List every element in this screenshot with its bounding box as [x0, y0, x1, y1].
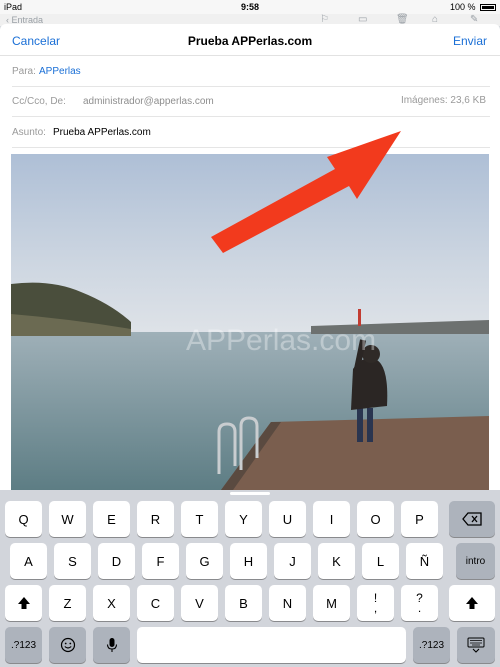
key-comma: ,	[373, 601, 378, 615]
key-b[interactable]: B	[225, 585, 262, 621]
emoji-icon	[60, 637, 75, 653]
keyboard: Q W E R T Y U I O P A S D F G H J K L Ñ …	[0, 490, 500, 667]
battery-icon	[480, 4, 496, 12]
to-field[interactable]: Para: APPerlas	[12, 56, 490, 87]
key-i[interactable]: I	[313, 501, 350, 537]
key-h[interactable]: H	[230, 543, 267, 579]
key-exclamation-comma[interactable]: ! ,	[357, 585, 394, 621]
key-l[interactable]: L	[362, 543, 399, 579]
key-d[interactable]: D	[98, 543, 135, 579]
key-n[interactable]: N	[269, 585, 306, 621]
status-bar: iPad 9:58 100 %	[0, 0, 500, 14]
key-t[interactable]: T	[181, 501, 218, 537]
key-w[interactable]: W	[49, 501, 86, 537]
cc-from-field[interactable]: Cc/Cco, De: administrador@apperlas.com I…	[12, 86, 490, 117]
microphone-icon	[106, 638, 117, 652]
backspace-icon	[462, 512, 482, 526]
ipad-screen: iPad 9:58 100 % ‹ Entrada ⚐ ▭ 🗑 ⌂ ✎ Canc…	[0, 0, 500, 667]
key-s[interactable]: S	[54, 543, 91, 579]
key-f[interactable]: F	[142, 543, 179, 579]
key-j[interactable]: J	[274, 543, 311, 579]
keyboard-hide-icon	[467, 637, 485, 653]
key-u[interactable]: U	[269, 501, 306, 537]
to-recipient[interactable]: APPerlas	[39, 66, 81, 77]
subject-value[interactable]: Prueba APPerlas.com	[53, 127, 151, 138]
key-a[interactable]: A	[10, 543, 47, 579]
photo-watermark: APPerlas.com	[186, 324, 376, 357]
key-k[interactable]: K	[318, 543, 355, 579]
shift-icon	[466, 597, 478, 609]
key-c[interactable]: C	[137, 585, 174, 621]
annotation-arrow	[205, 129, 405, 254]
return-key[interactable]: intro	[456, 543, 495, 579]
red-arrow-shape	[211, 131, 401, 253]
numbers-right-key[interactable]: .?123	[413, 627, 450, 663]
subject-label: Asunto:	[12, 127, 46, 138]
shift-icon	[17, 597, 30, 609]
numbers-left-key[interactable]: .?123	[5, 627, 42, 663]
shift-right-key[interactable]	[449, 585, 495, 621]
key-g[interactable]: G	[186, 543, 223, 579]
images-size[interactable]: Imágenes: 23,6 KB	[401, 95, 486, 106]
key-m[interactable]: M	[313, 585, 350, 621]
key-q[interactable]: Q	[5, 501, 42, 537]
hide-keyboard-key[interactable]	[457, 627, 495, 663]
space-key[interactable]	[137, 627, 406, 663]
key-v[interactable]: V	[181, 585, 218, 621]
send-button[interactable]: Enviar	[453, 34, 487, 48]
key-period: .	[417, 601, 422, 615]
key-z[interactable]: Z	[49, 585, 86, 621]
keyboard-handle	[230, 492, 270, 495]
from-address[interactable]: administrador@apperlas.com	[83, 96, 214, 107]
key-r[interactable]: R	[137, 501, 174, 537]
key-y[interactable]: Y	[225, 501, 262, 537]
key-e[interactable]: E	[93, 501, 130, 537]
backspace-key[interactable]	[449, 501, 495, 537]
compose-navbar: Cancelar Prueba APPerlas.com Enviar	[0, 24, 500, 56]
key-x[interactable]: X	[93, 585, 130, 621]
battery-status: 100 %	[450, 2, 496, 12]
to-label: Para:	[12, 66, 36, 77]
compose-title: Prueba APPerlas.com	[187, 34, 313, 48]
dictation-key[interactable]	[93, 627, 130, 663]
key-p[interactable]: P	[401, 501, 438, 537]
key-question-period[interactable]: ? .	[401, 585, 438, 621]
battery-percent: 100 %	[449, 2, 476, 12]
key-n-tilde[interactable]: Ñ	[406, 543, 443, 579]
status-time: 9:58	[240, 2, 259, 12]
compose-sheet: Cancelar Prueba APPerlas.com Enviar Para…	[0, 24, 500, 490]
emoji-key[interactable]	[49, 627, 86, 663]
cc-from-label: Cc/Cco, De:	[12, 96, 66, 107]
key-o[interactable]: O	[357, 501, 394, 537]
shift-left-key[interactable]	[5, 585, 42, 621]
